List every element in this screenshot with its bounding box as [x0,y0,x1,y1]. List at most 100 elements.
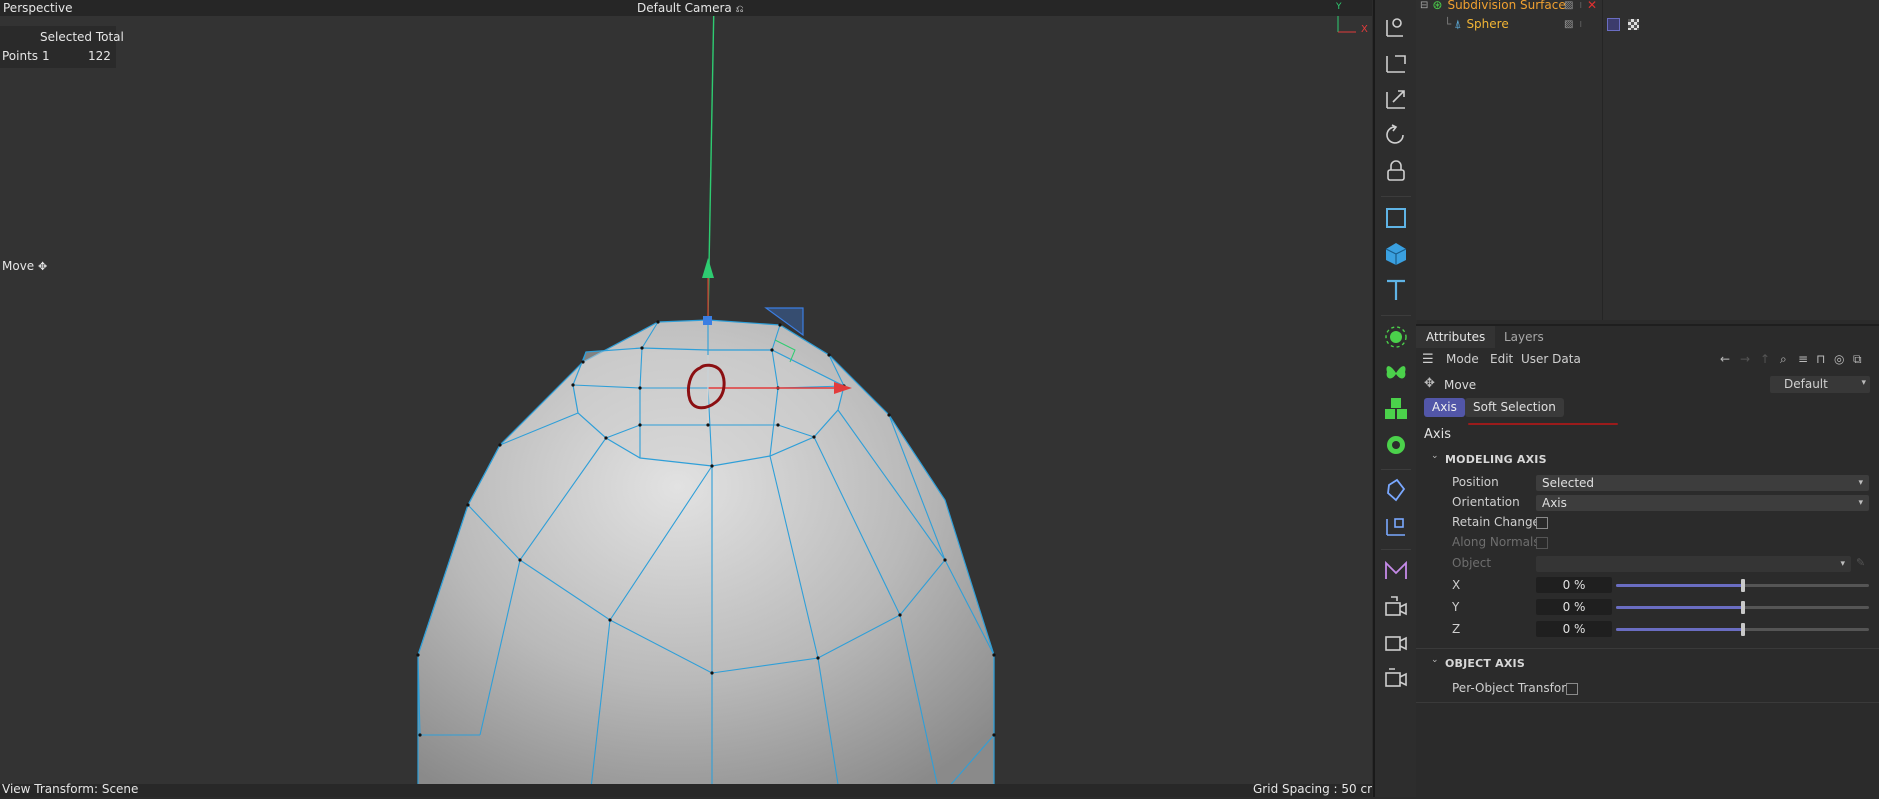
edit-icon[interactable]: ▨ [1564,0,1573,11]
target-icon[interactable]: ◎ [1834,352,1844,366]
world-y-label: Y [1336,2,1342,12]
subtab-axis[interactable]: Axis [1424,398,1465,417]
cubes-icon[interactable] [1381,394,1411,424]
object-row-subdivision[interactable]: ⊟ ⊛ Subdivision Surface [1420,0,1566,14]
divider [1416,648,1879,649]
per-object-label: Per-Object Transform [1452,681,1578,695]
object-row-sphere[interactable]: └ ⍋ Sphere [1444,15,1509,33]
x-slider[interactable] [1616,579,1869,592]
subdivision-icon: ⊛ [1432,0,1443,12]
orientation-dropdown[interactable]: Axis ▾ [1536,495,1869,511]
viewport-scene[interactable] [0,0,1372,797]
hud-stats: Selected Total Points 1 122 [0,26,124,68]
rotate-corner-icon[interactable] [1381,48,1411,78]
tab-layers[interactable]: Layers [1494,326,1554,348]
camera-icon-3[interactable] [1381,663,1411,693]
position-label: Position [1452,475,1499,489]
y-slider-fill [1616,606,1743,609]
deformer-icon[interactable] [1381,475,1411,505]
camera-label[interactable]: Default Camera ⎌ [637,1,744,15]
edit-icon[interactable]: ▨ [1564,19,1573,30]
camera-icon-1[interactable] [1381,591,1411,621]
menu-edit[interactable]: Edit [1490,352,1513,366]
y-axis-arrow [702,258,714,278]
tree-line-icon: └ [1444,17,1452,31]
generator-icon[interactable] [1381,322,1411,352]
back-arrow-icon[interactable]: ← [1720,352,1730,366]
cube-icon[interactable] [1381,239,1411,269]
camera-icon-2[interactable] [1381,627,1411,657]
spline-icon[interactable] [1381,555,1411,585]
along-normals-checkbox[interactable] [1536,537,1548,549]
move-cross-icon: ✥ [38,260,48,273]
section-object-axis[interactable]: OBJECT AXIS [1445,657,1525,670]
butterfly-icon[interactable] [1381,358,1411,388]
chevron-down-icon[interactable]: ⌄ [1431,655,1439,665]
chevron-down-icon[interactable]: ⌄ [1431,451,1439,461]
along-normals-label: Along Normals [1452,535,1540,549]
collapse-icon[interactable]: ⊟ [1420,0,1428,11]
palette-separator [1381,196,1411,197]
coords-icon[interactable] [1381,511,1411,541]
close-icon[interactable]: ✕ [1587,0,1597,12]
move-icon[interactable] [1381,0,1411,8]
palette-separator [1381,469,1411,470]
palette-separator [1381,315,1411,316]
world-x-label: X [1361,24,1368,35]
up-arrow-icon[interactable]: ↑ [1760,352,1770,366]
object-name[interactable]: Subdivision Surface [1447,0,1565,12]
object-name[interactable]: Sphere [1466,17,1508,31]
gear-icon[interactable] [1381,430,1411,460]
preset-dropdown[interactable]: Default ▾ [1770,376,1870,393]
orientation-label: Orientation [1452,495,1520,509]
object-link-field[interactable]: ▾ [1536,556,1851,572]
retain-changes-checkbox[interactable] [1536,517,1548,529]
z-slider-knob[interactable] [1740,623,1745,636]
tab-attributes[interactable]: Attributes [1416,326,1496,348]
per-object-checkbox[interactable] [1566,683,1578,695]
y-slider-knob[interactable] [1740,601,1745,614]
move-tool-icon: ✥ [1424,376,1435,391]
menu-mode[interactable]: Mode [1446,352,1479,366]
tag-icon-2[interactable] [1628,18,1639,30]
hud-header: Selected Total [40,30,124,44]
y-input[interactable]: 0 % [1536,599,1612,615]
rotate-icon[interactable] [1381,120,1411,150]
x-slider-knob[interactable] [1740,579,1745,592]
view-transform: View Transform: Scene [2,782,139,796]
section-modeling-axis[interactable]: MODELING AXIS [1445,453,1547,466]
lock-icon[interactable]: ⊓ [1816,352,1825,366]
object-manager[interactable]: ⊟ ⊛ Subdivision Surface ▨ ⁝ ✕ └ ⍋ Sphere… [1416,0,1879,320]
z-axis-handle [703,316,712,325]
viewport[interactable]: Perspective Default Camera ⎌ Y X Selecte… [0,0,1372,797]
visibility-dots-icon[interactable]: ⁝ [1579,20,1582,29]
x-input[interactable]: 0 % [1536,577,1612,593]
resize-icon[interactable] [1381,84,1411,114]
object-tags [1607,15,1639,33]
pick-icon[interactable]: ✎ [1856,556,1865,569]
view-name[interactable]: Perspective [3,1,73,15]
visibility-dots-icon[interactable]: ⁝ [1579,1,1582,10]
filter-icon[interactable]: ≡ [1798,352,1808,366]
lock-icon[interactable] [1381,156,1411,186]
search-icon[interactable]: ⌕ [1780,352,1787,367]
scale-icon[interactable] [1381,12,1411,42]
hamburger-menu-icon[interactable]: ☰ [1422,352,1434,367]
orientation-value: Axis [1542,496,1567,510]
forward-arrow-icon[interactable]: → [1740,352,1750,366]
menu-user-data[interactable]: User Data [1521,352,1581,366]
subtab-soft-selection[interactable]: Soft Selection [1465,398,1564,417]
column-divider [1602,0,1603,320]
tag-icon-1[interactable] [1607,17,1620,31]
chevron-down-icon: ▾ [1840,559,1845,569]
position-dropdown[interactable]: Selected ▾ [1536,475,1869,491]
z-input[interactable]: 0 % [1536,621,1612,637]
retain-changes-label: Retain Changes [1452,515,1547,529]
y-slider[interactable] [1616,601,1869,614]
new-window-icon[interactable]: ⧉ [1853,352,1862,367]
square-icon[interactable] [1381,203,1411,233]
z-slider[interactable] [1616,623,1869,636]
group-title: Axis [1424,427,1451,442]
palette-separator [1381,549,1411,550]
text-icon[interactable] [1381,275,1411,305]
